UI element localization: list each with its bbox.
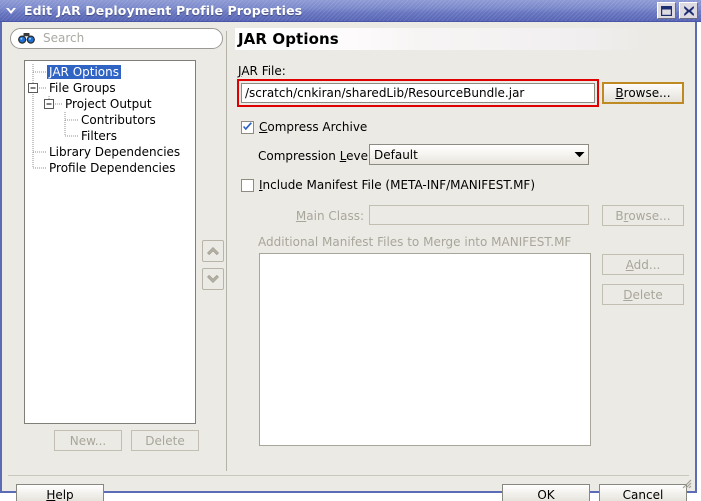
tree-item-contributors[interactable]: Contributors (25, 112, 195, 128)
move-down-button[interactable] (202, 268, 224, 290)
delete-group-button-label: Delete (145, 433, 185, 448)
ok-button[interactable]: OK (502, 484, 590, 501)
tree-item-label: Library Dependencies (49, 145, 181, 159)
jar-file-label-text: AR File: (241, 64, 286, 78)
tree-connector (25, 64, 47, 80)
compress-archive-row[interactable]: Compress Archive (241, 120, 367, 134)
delete-group-button[interactable]: Delete (131, 430, 199, 451)
chevron-down-icon (570, 151, 588, 158)
column-divider (226, 31, 227, 471)
close-button[interactable] (679, 2, 698, 19)
help-button-container: Help (16, 484, 104, 501)
new-button-label: New... (69, 433, 107, 448)
main-class-browse-label: Browse... (615, 208, 671, 223)
compression-level-value: Default (374, 147, 418, 162)
panel-header: JAR Options (235, 28, 693, 50)
window-menu-icon[interactable] (1, 1, 21, 21)
compress-archive-checkbox[interactable] (241, 120, 254, 134)
resize-grip[interactable] (679, 476, 692, 489)
binoculars-icon (15, 32, 37, 45)
include-manifest-checkbox[interactable] (241, 178, 254, 192)
main-panel: JAR Options JAR File: Browse... Compress… (235, 28, 693, 478)
additional-manifest-label: Additional Manifest Files to Merge into … (258, 235, 572, 249)
compression-level-label: Compression Level (258, 149, 372, 163)
app-root: Edit JAR Deployment Profile Properties S… (0, 0, 701, 501)
tree-collapse-toggle[interactable] (25, 80, 47, 96)
navigation-tree-panel[interactable]: JAR Options File Groups Project Output Cont… (24, 60, 196, 424)
compress-archive-label: Compress Archive (259, 120, 368, 134)
delete-manifest-button[interactable]: Delete (602, 284, 684, 305)
jar-file-label: JAR File: (238, 64, 286, 78)
window-shadow-right (697, 6, 701, 501)
tree-connector (25, 128, 79, 144)
jar-file-browse-button[interactable]: Browse... (602, 82, 684, 104)
footer-divider (8, 475, 689, 476)
tree-connector (25, 144, 47, 160)
footer-action-buttons: OK Cancel (502, 484, 687, 501)
sidebar-action-buttons: New... Delete (54, 430, 199, 451)
cancel-button-label: Cancel (622, 487, 664, 501)
help-button-label: Help (46, 487, 74, 501)
compression-level-select[interactable]: Default (369, 144, 589, 165)
tree-item-label: Profile Dependencies (49, 161, 176, 175)
tree-item-label: JAR Options (47, 65, 121, 79)
new-button[interactable]: New... (54, 430, 122, 451)
additional-manifest-list[interactable] (259, 253, 591, 446)
window-title: Edit JAR Deployment Profile Properties (24, 3, 303, 18)
dialog-content: JAR Options File Groups Project Output Cont… (2, 23, 695, 501)
cancel-button[interactable]: Cancel (599, 484, 687, 501)
page-title: JAR Options (238, 30, 339, 48)
tree-item-label: Contributors (81, 113, 156, 127)
main-class-input[interactable] (369, 205, 589, 225)
tree-item-label: Filters (81, 129, 117, 143)
include-manifest-row[interactable]: Include Manifest File (META-INF/MANIFEST… (241, 178, 535, 192)
reorder-button-group (202, 240, 224, 296)
main-class-browse-button[interactable]: Browse... (602, 205, 684, 226)
main-class-label: Main Class: (295, 209, 364, 223)
tree-connector (25, 112, 79, 128)
tree-item-filters[interactable]: Filters (25, 128, 195, 144)
add-manifest-button[interactable]: Add... (602, 254, 684, 275)
search-box[interactable] (10, 28, 223, 49)
tree-collapse-toggle[interactable] (25, 96, 63, 112)
tree-item-file-groups[interactable]: File Groups (25, 80, 195, 96)
tree-item-profile-dependencies[interactable]: Profile Dependencies (25, 160, 195, 176)
tree-item-project-output[interactable]: Project Output (25, 96, 195, 112)
move-up-button[interactable] (202, 240, 224, 262)
tree-item-library-dependencies[interactable]: Library Dependencies (25, 144, 195, 160)
help-button[interactable]: Help (16, 484, 104, 501)
add-manifest-label: Add... (625, 257, 661, 272)
jar-file-browse-label: Browse... (615, 86, 671, 100)
tree-item-jar-options[interactable]: JAR Options (25, 64, 195, 80)
ok-button-label: OK (537, 487, 555, 501)
include-manifest-label: Include Manifest File (META-INF/MANIFEST… (259, 178, 536, 192)
search-input[interactable] (37, 30, 222, 47)
jar-file-input[interactable] (241, 83, 595, 103)
restore-button[interactable] (657, 2, 676, 19)
tree-connector (25, 160, 47, 176)
navigation-tree: JAR Options File Groups Project Output Cont… (25, 61, 195, 176)
title-bar[interactable]: Edit JAR Deployment Profile Properties (0, 0, 701, 22)
tree-item-label: Project Output (65, 97, 152, 111)
sidebar: JAR Options File Groups Project Output Cont… (10, 28, 224, 451)
delete-manifest-label: Delete (623, 287, 663, 302)
tree-item-label: File Groups (49, 81, 116, 95)
